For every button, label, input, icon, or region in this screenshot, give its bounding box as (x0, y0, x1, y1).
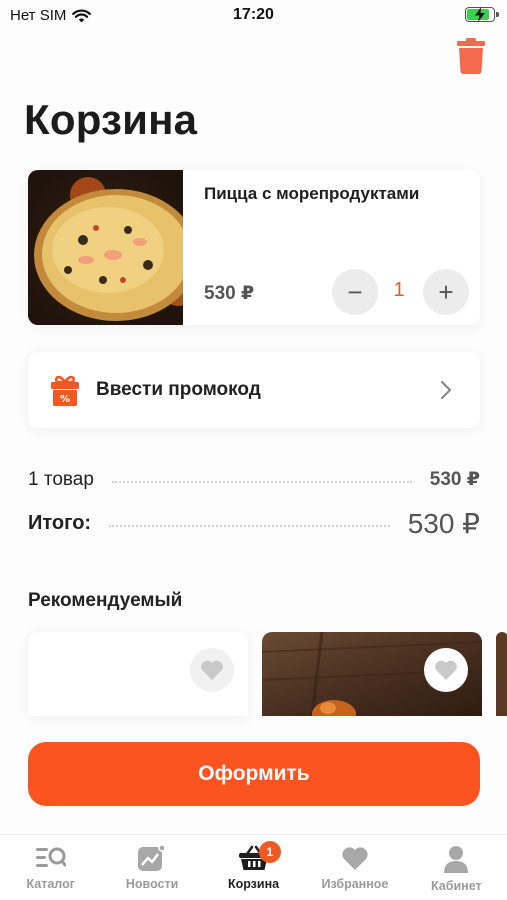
cart-count-badge: 1 (258, 841, 281, 863)
promo-code-label: Ввести промокод (96, 379, 261, 400)
tab-label: Каталог (26, 877, 75, 891)
total-amount: 530 ₽ (407, 508, 480, 539)
dotted-divider (109, 524, 390, 527)
cart-item-card[interactable]: Пицца с морепродуктами 530 ₽ − 1 + (28, 170, 480, 325)
total-label: Итого: (28, 512, 92, 534)
recommended-card[interactable] (28, 632, 248, 716)
gift-percent-icon: % (51, 375, 79, 406)
favorite-button[interactable] (424, 648, 468, 692)
page-title: Корзина (24, 96, 198, 143)
heart-icon (435, 660, 457, 680)
increase-quantity-button[interactable]: + (423, 269, 469, 315)
product-price: 530 ₽ (204, 283, 255, 304)
checkout-button[interactable]: Оформить (28, 742, 480, 806)
items-count-row: 1 товар 530 ₽ (28, 468, 480, 491)
tab-label: Избранное (321, 877, 389, 891)
dotted-divider (111, 480, 412, 483)
heart-icon (201, 660, 223, 680)
favorite-button[interactable] (190, 648, 234, 692)
trash-icon (457, 38, 485, 74)
clock: 17:20 (233, 6, 274, 23)
items-count-label: 1 товар (28, 468, 94, 490)
catalog-search-icon (35, 847, 66, 867)
status-bar: Нет SIM 17:20 (0, 0, 507, 32)
tab-label: Новости (125, 877, 179, 891)
tab-account[interactable]: Кабинет (406, 835, 507, 900)
quantity-value: 1 (393, 279, 405, 301)
total-row: Итого: 530 ₽ (28, 507, 480, 540)
chevron-right-icon (440, 380, 452, 400)
product-name: Пицца с морепродуктами (204, 184, 420, 203)
svg-text:%: % (60, 394, 70, 405)
user-icon (444, 846, 469, 873)
battery-icon (465, 7, 499, 22)
tab-news[interactable]: Новости (101, 835, 202, 900)
tab-cart[interactable]: 1 Корзина (203, 835, 304, 900)
decrease-quantity-button[interactable]: − (332, 269, 378, 315)
recommended-title: Рекомендуемый (28, 590, 183, 611)
news-chart-icon (138, 845, 166, 871)
promo-code-row[interactable]: % Ввести промокод (28, 352, 480, 428)
clear-cart-button[interactable] (457, 38, 485, 74)
tab-catalog[interactable]: Каталог (0, 835, 101, 900)
product-image (28, 170, 183, 325)
tab-favorites[interactable]: Избранное (304, 835, 405, 900)
tab-bar: Каталог Новости 1 Корзина Избранное Каби… (0, 834, 507, 900)
heart-icon (342, 847, 368, 870)
tab-label: Кабинет (431, 879, 482, 893)
items-amount: 530 ₽ (429, 469, 480, 490)
recommended-card[interactable] (262, 632, 482, 716)
tab-label: Корзина (227, 877, 280, 891)
recommended-card[interactable] (496, 632, 507, 716)
